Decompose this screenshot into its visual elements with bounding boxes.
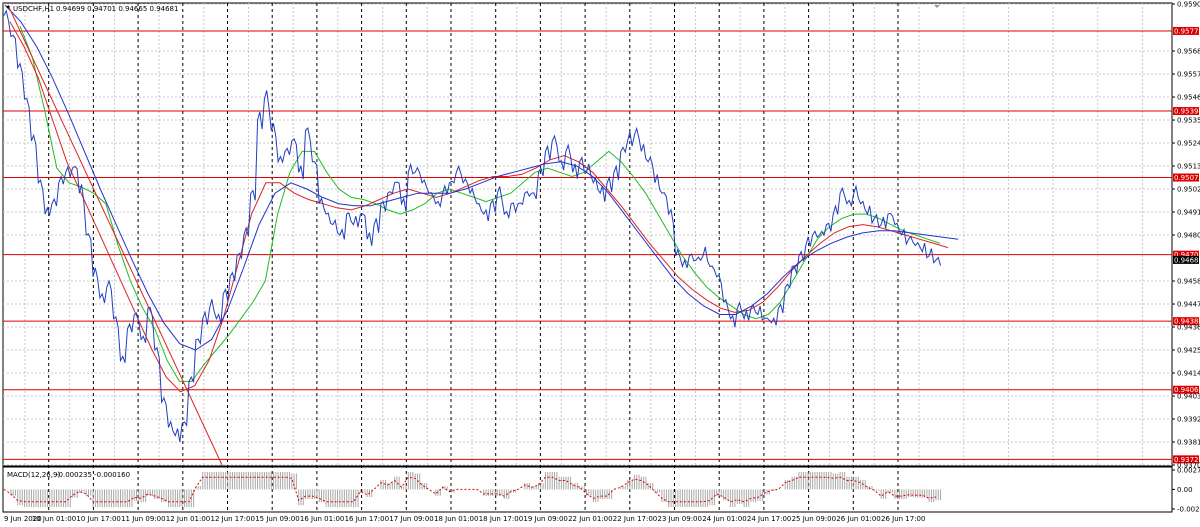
macd-tick-label: 0.00	[1177, 486, 1193, 494]
time-tick-label: 18 Jun 17:00	[479, 515, 523, 523]
price-tick-label: 0.93920	[1177, 416, 1200, 424]
macd-indicator	[3, 471, 942, 508]
macd-header: MACD(12,26,9) -0.000235 -0.000160	[7, 471, 130, 479]
ma-mid-line	[9, 21, 949, 393]
time-tick-label: 17 Jun 09:00	[389, 515, 433, 523]
time-tick-label: 24 Jun 17:00	[747, 515, 791, 523]
time-tick-label: 18 Jun 01:00	[434, 515, 478, 523]
price-tick-label: 0.95680	[1177, 48, 1200, 56]
price-tick-label: 0.94030	[1177, 393, 1200, 401]
level-label: 0.95393	[1174, 108, 1200, 116]
main-chart-frame	[2, 2, 1173, 467]
macd-values: -0.000235 -0.000160	[56, 471, 130, 479]
price-tick-label: 0.95460	[1177, 94, 1200, 102]
symbol-timeframe: USDCHF,H1	[13, 5, 54, 13]
time-tick-label: 11 Jun 09:00	[121, 515, 165, 523]
chart-window[interactable]: 0.957760.953930.950750.947060.943880.940…	[0, 0, 1200, 527]
macd-label: MACD(12,26,9)	[7, 471, 60, 479]
price-tick-label: 0.94360	[1177, 324, 1200, 332]
price-tick-label: 0.95130	[1177, 163, 1200, 171]
time-tick-label: 10 Jun 01:00	[32, 515, 76, 523]
price-tick-label: 0.94800	[1177, 232, 1200, 240]
price-tick-label: 0.95570	[1177, 71, 1200, 79]
level-label: 0.95075	[1174, 174, 1200, 182]
chart-header: USDCHF,H1 0.94699 0.94701 0.94665 0.9468…	[6, 5, 178, 13]
time-tick-label: 26 Jun 01:00	[836, 515, 880, 523]
macd-tick-label: -0.002771	[1177, 506, 1200, 514]
price-tick-label: 0.95020	[1177, 186, 1200, 194]
price-tick-label: 0.95905	[1177, 1, 1200, 9]
time-tick-label: 23 Jun 09:00	[658, 515, 702, 523]
time-tick-label: 24 Jun 01:00	[702, 515, 746, 523]
time-tick-label: 26 Jun 17:00	[881, 515, 925, 523]
time-tick-label: 12 Jun 17:00	[211, 515, 255, 523]
time-tick-label: 15 Jun 09:00	[255, 515, 299, 523]
price-tick-label: 0.93810	[1177, 439, 1200, 447]
time-axis: 9 Jun 202010 Jun 01:00 10 Jun 17:00 11 Jun…	[4, 515, 925, 523]
time-tick-label: 19 Jun 09:00	[523, 515, 567, 523]
ohlc-values: 0.94699 0.94701 0.94665 0.94681	[56, 5, 178, 13]
time-tick-label: 16 Jun 17:00	[345, 515, 389, 523]
level-label: 0.95776	[1174, 27, 1200, 35]
time-tick-label: 12 Jun 01:00	[166, 515, 210, 523]
price-tick-label: 0.95240	[1177, 140, 1200, 148]
time-tick-label: 22 Jun 01:00	[568, 515, 612, 523]
scroll-marker[interactable]	[934, 5, 940, 8]
time-tick-label: 16 Jun 01:00	[300, 515, 344, 523]
time-tick-label: 10 Jun 17:00	[76, 515, 120, 523]
macd-tick-label: 0.002745	[1177, 467, 1200, 475]
price-tick-label: 0.94470	[1177, 301, 1200, 309]
price-tick-label: 0.94580	[1177, 278, 1200, 286]
price-tick-label: 0.94140	[1177, 370, 1200, 378]
macd-frame	[2, 466, 1173, 513]
price-tick-label: 0.94250	[1177, 347, 1200, 355]
chart-shift-icon[interactable]	[934, 5, 940, 8]
current-price-label: 0.94681	[1174, 256, 1200, 264]
time-tick-label: 22 Jun 17:00	[613, 515, 657, 523]
time-tick-label: 25 Jun 09:00	[792, 515, 836, 523]
price-tick-label: 0.94910	[1177, 209, 1200, 217]
price-tick-label: 0.95350	[1177, 117, 1200, 125]
chart-canvas[interactable]: 0.957760.953930.950750.947060.943880.940…	[0, 0, 1200, 527]
